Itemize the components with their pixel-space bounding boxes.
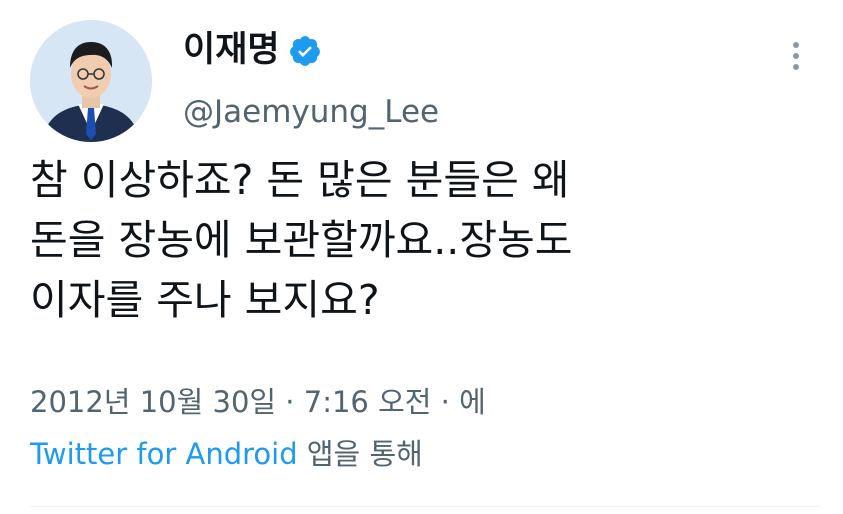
tweet-source-row: Twitter for Android 앱을 통해: [30, 432, 423, 476]
author-handle[interactable]: @Jaemyung_Lee: [183, 90, 439, 134]
tweet-source-suffix: 앱을 통해: [306, 437, 423, 471]
tweet-source-link[interactable]: Twitter for Android: [30, 437, 298, 471]
tweet-timestamp[interactable]: 2012년 10월 30일 · 7:16 오전 · 에: [30, 380, 486, 424]
tweet-card: 이재명 @Jaemyung_Lee 참 이상하죠? 돈 많은 분들은 왜 돈을 …: [0, 0, 843, 514]
tweet-text-line: 참 이상하죠? 돈 많은 분들은 왜: [30, 156, 570, 204]
verified-badge-icon: [288, 33, 322, 67]
more-options-dot: [793, 64, 799, 70]
tweet-text: 참 이상하죠? 돈 많은 분들은 왜 돈을 장농에 보관할까요..장농도 이자를…: [30, 150, 820, 330]
author-name-row[interactable]: 이재명: [183, 26, 322, 74]
more-options-icon: [793, 42, 799, 48]
more-options-button[interactable]: [776, 36, 816, 76]
more-options-dot: [793, 53, 799, 59]
author-display-name[interactable]: 이재명: [183, 26, 280, 74]
tweet-text-line: 이자를 주나 보지요?: [30, 276, 380, 324]
author-avatar[interactable]: [30, 20, 152, 142]
tweet-text-line: 돈을 장농에 보관할까요..장농도: [30, 216, 573, 264]
divider: [30, 506, 820, 507]
